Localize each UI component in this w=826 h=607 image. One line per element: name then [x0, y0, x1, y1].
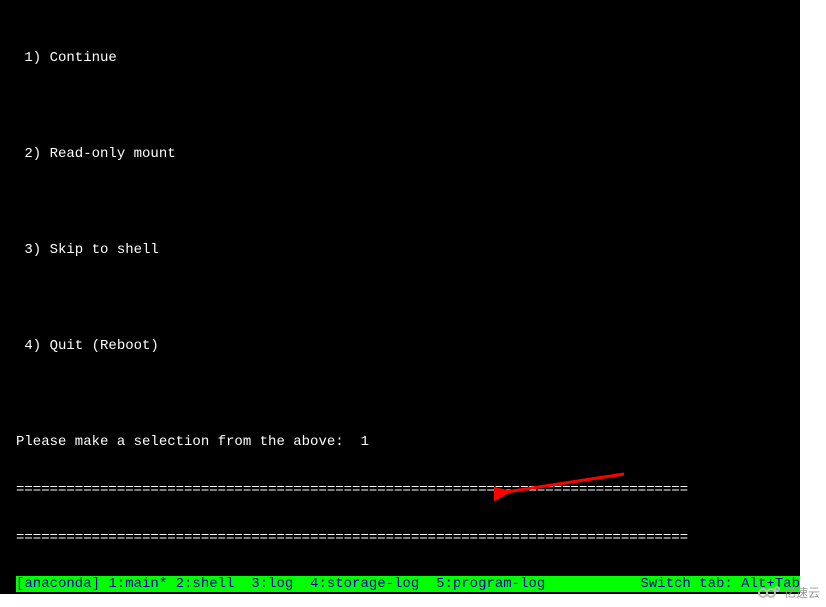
- terminal-screen[interactable]: 1) Continue 2) Read-only mount 3) Skip t…: [0, 0, 800, 594]
- watermark-icon: [758, 586, 780, 600]
- blank-line: [16, 290, 784, 306]
- blank-line: [16, 98, 784, 114]
- watermark: 亿速云: [758, 584, 820, 601]
- separator: ========================================…: [16, 482, 784, 498]
- blank-line: [16, 194, 784, 210]
- menu-item-1: 1) Continue: [16, 50, 784, 66]
- separator: ========================================…: [16, 530, 784, 546]
- menu-item-4: 4) Quit (Reboot): [16, 338, 784, 354]
- watermark-text: 亿速云: [784, 584, 820, 601]
- menu-item-3: 3) Skip to shell: [16, 242, 784, 258]
- menu-item-2: 2) Read-only mount: [16, 146, 784, 162]
- selection-prompt: Please make a selection from the above: …: [16, 434, 784, 450]
- status-bar: [anaconda] 1:main* 2:shell 3:log 4:stora…: [16, 576, 800, 592]
- blank-line: [16, 386, 784, 402]
- status-tabs: [anaconda] 1:main* 2:shell 3:log 4:stora…: [16, 576, 545, 592]
